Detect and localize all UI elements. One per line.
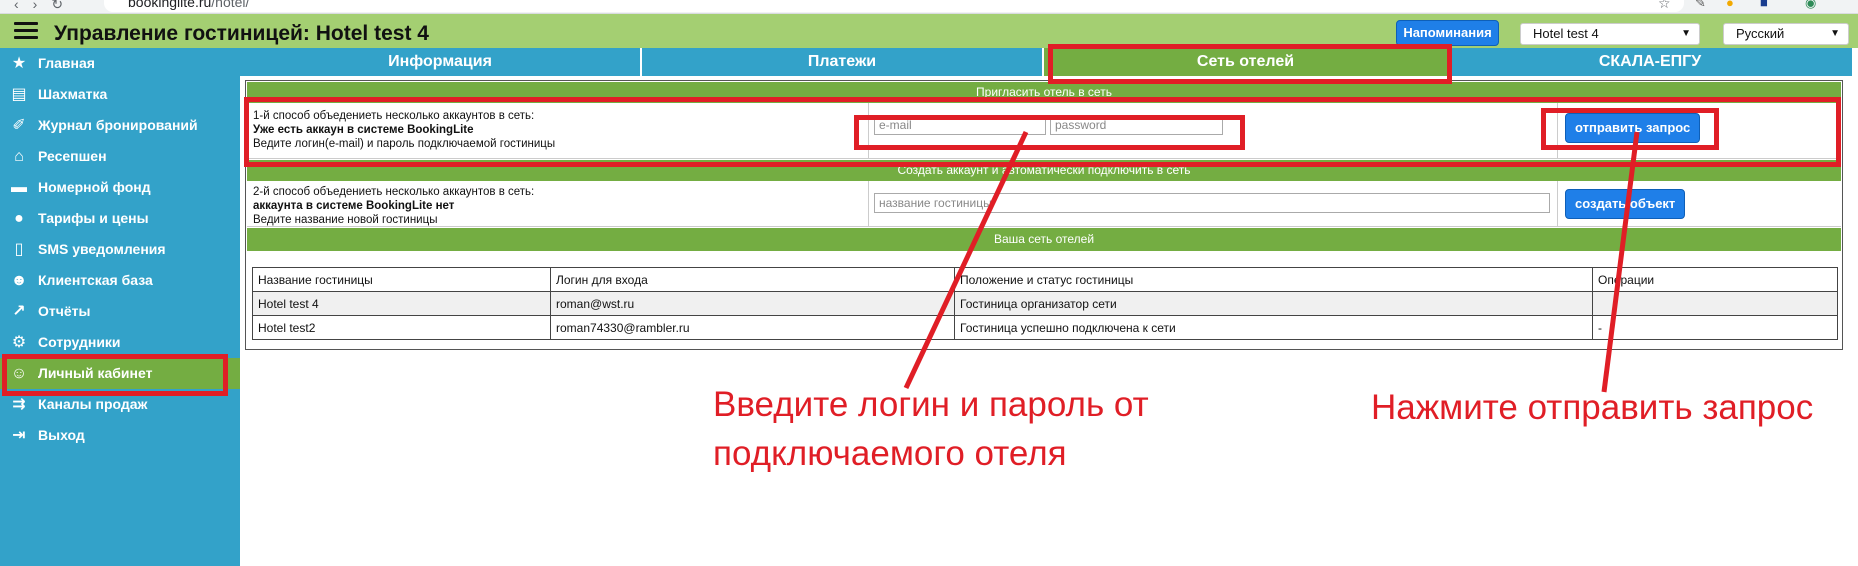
annotation-arrows: [903, 130, 1640, 393]
annotation-left-line2: подключаемого отеля: [713, 434, 1067, 473]
annotation-left: Введите логин и пароль от подключаемого …: [713, 380, 1149, 478]
annotation-right: Нажмите отправить запрос: [1371, 388, 1814, 427]
annotation-left-line1: Введите логин и пароль от: [713, 385, 1149, 424]
arrow-to-credentials: [903, 130, 1029, 390]
arrow-to-send-button: [1601, 131, 1640, 393]
